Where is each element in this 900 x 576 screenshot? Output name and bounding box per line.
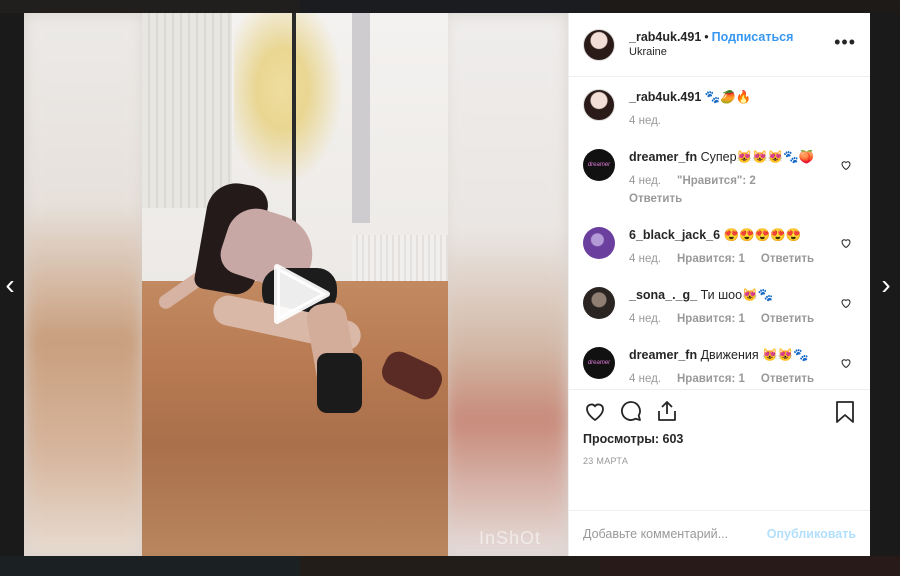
comment-like-heart-icon[interactable] — [840, 159, 852, 171]
commenter-avatar[interactable]: dreamer — [583, 149, 615, 181]
comment-time[interactable]: 4 нед. — [629, 371, 661, 387]
author-avatar[interactable] — [583, 28, 615, 61]
like-heart-icon[interactable] — [583, 399, 607, 423]
comment-body: _sona_._g_ Ти шоо😻🐾 4 нед. Нравится: 1 Отве… — [629, 287, 856, 327]
comment-body: 6_black_jack_6 😍😍😍😍😍 4 нед. Нравится: 1 Отв… — [629, 227, 856, 267]
bookmark-icon[interactable] — [834, 400, 856, 424]
comment-text: 🐾🥭🔥 — [704, 90, 752, 104]
video-scene-blinds — [142, 13, 232, 208]
commenter-avatar[interactable] — [583, 89, 615, 121]
publish-button[interactable]: Опубликовать — [767, 527, 856, 541]
comment-text: Ти шоо😻🐾 — [700, 288, 774, 302]
previous-post-arrow-icon[interactable]: ‹ — [0, 270, 20, 300]
video-scene-dancer-boot — [317, 353, 362, 413]
post-header: _rab4uk.491 • Подписаться Ukraine ••• — [569, 13, 870, 77]
views-count[interactable]: Просмотры: 603 — [583, 432, 856, 446]
post-modal: InShOt _rab4uk.491 • Подписаться Ukraine •… — [24, 13, 870, 556]
avatar-logo-text: dreamer — [587, 162, 611, 168]
comment-item: dreamer dreamer_fn Движения 😻😻🐾 4 нед. Нрав… — [583, 347, 856, 387]
comment-time[interactable]: 4 нед. — [629, 173, 661, 189]
comment-username[interactable]: 6_black_jack_6 — [629, 228, 720, 242]
video-blur-left — [24, 13, 144, 556]
post-location[interactable]: Ukraine — [629, 45, 793, 60]
comment-text: 😍😍😍😍😍 — [723, 228, 802, 242]
comment-username[interactable]: dreamer_fn — [629, 348, 697, 362]
comment-reply-button[interactable]: Ответить — [761, 311, 814, 327]
share-icon[interactable] — [655, 399, 679, 423]
video-media[interactable]: InShOt — [24, 13, 568, 556]
comment-body: _rab4uk.491 🐾🥭🔥 4 нед. — [629, 89, 856, 129]
comment-reply-button[interactable]: Ответить — [761, 371, 814, 387]
comment-username[interactable]: dreamer_fn — [629, 150, 697, 164]
more-options-icon[interactable]: ••• — [834, 33, 856, 51]
comments-list[interactable]: _rab4uk.491 🐾🥭🔥 4 нед. dreamer dreamer_fn С… — [569, 77, 870, 389]
comment-body: dreamer_fn Движения 😻😻🐾 4 нед. Нравится: 1… — [629, 347, 856, 387]
comment-like-heart-icon[interactable] — [840, 237, 852, 249]
comment-likes[interactable]: "Нравится": 2 — [677, 173, 756, 189]
comment-time[interactable]: 4 нед. — [629, 113, 661, 129]
comment-reply-button[interactable]: Ответить — [629, 191, 856, 207]
comment-reply-button[interactable]: Ответить — [761, 251, 814, 267]
comment-like-heart-icon[interactable] — [840, 357, 852, 369]
commenter-avatar[interactable] — [583, 227, 615, 259]
comment-text: Движения 😻😻🐾 — [700, 348, 809, 362]
post-actions: Просмотры: 603 23 марта — [569, 389, 870, 510]
avatar-logo-text: dreamer — [587, 360, 611, 366]
video-scene-curtain — [352, 13, 370, 223]
comment-username[interactable]: _rab4uk.491 — [629, 90, 701, 104]
comment-likes[interactable]: Нравится: 1 — [677, 371, 745, 387]
comment-item: dreamer dreamer_fn Супер😻😻😻🐾🍑 4 нед. "Нрави… — [583, 149, 856, 207]
comment-text: Супер😻😻😻🐾🍑 — [700, 150, 815, 164]
comment-input[interactable] — [583, 526, 763, 541]
next-post-arrow-icon[interactable]: › — [876, 270, 896, 300]
comment-body: dreamer_fn Супер😻😻😻🐾🍑 4 нед. "Нравится": 2… — [629, 149, 856, 207]
commenter-avatar[interactable]: dreamer — [583, 347, 615, 379]
play-icon[interactable] — [269, 263, 331, 325]
post-sidebar: _rab4uk.491 • Подписаться Ukraine ••• _rab… — [568, 13, 870, 556]
video-watermark: InShOt — [479, 528, 542, 548]
follow-button[interactable]: Подписаться — [712, 30, 794, 44]
author-username[interactable]: _rab4uk.491 — [629, 30, 701, 44]
comment-like-heart-icon[interactable] — [840, 297, 852, 309]
separator-dot: • — [704, 29, 709, 44]
comment-item: _sona_._g_ Ти шоо😻🐾 4 нед. Нравится: 1 Отве… — [583, 287, 856, 327]
comment-likes[interactable]: Нравится: 1 — [677, 251, 745, 267]
video-blur-right — [444, 13, 568, 556]
post-date: 23 марта — [583, 456, 629, 466]
comment-item: _rab4uk.491 🐾🥭🔥 4 нед. — [583, 89, 856, 129]
comment-username[interactable]: _sona_._g_ — [629, 288, 697, 302]
comment-time[interactable]: 4 нед. — [629, 311, 661, 327]
comment-time[interactable]: 4 нед. — [629, 251, 661, 267]
comment-icon[interactable] — [619, 399, 643, 423]
comment-item: 6_black_jack_6 😍😍😍😍😍 4 нед. Нравится: 1 Отв… — [583, 227, 856, 267]
commenter-avatar[interactable] — [583, 287, 615, 319]
video-scene-pole — [292, 13, 296, 233]
comment-likes[interactable]: Нравится: 1 — [677, 311, 745, 327]
add-comment-bar: Опубликовать — [569, 510, 870, 556]
